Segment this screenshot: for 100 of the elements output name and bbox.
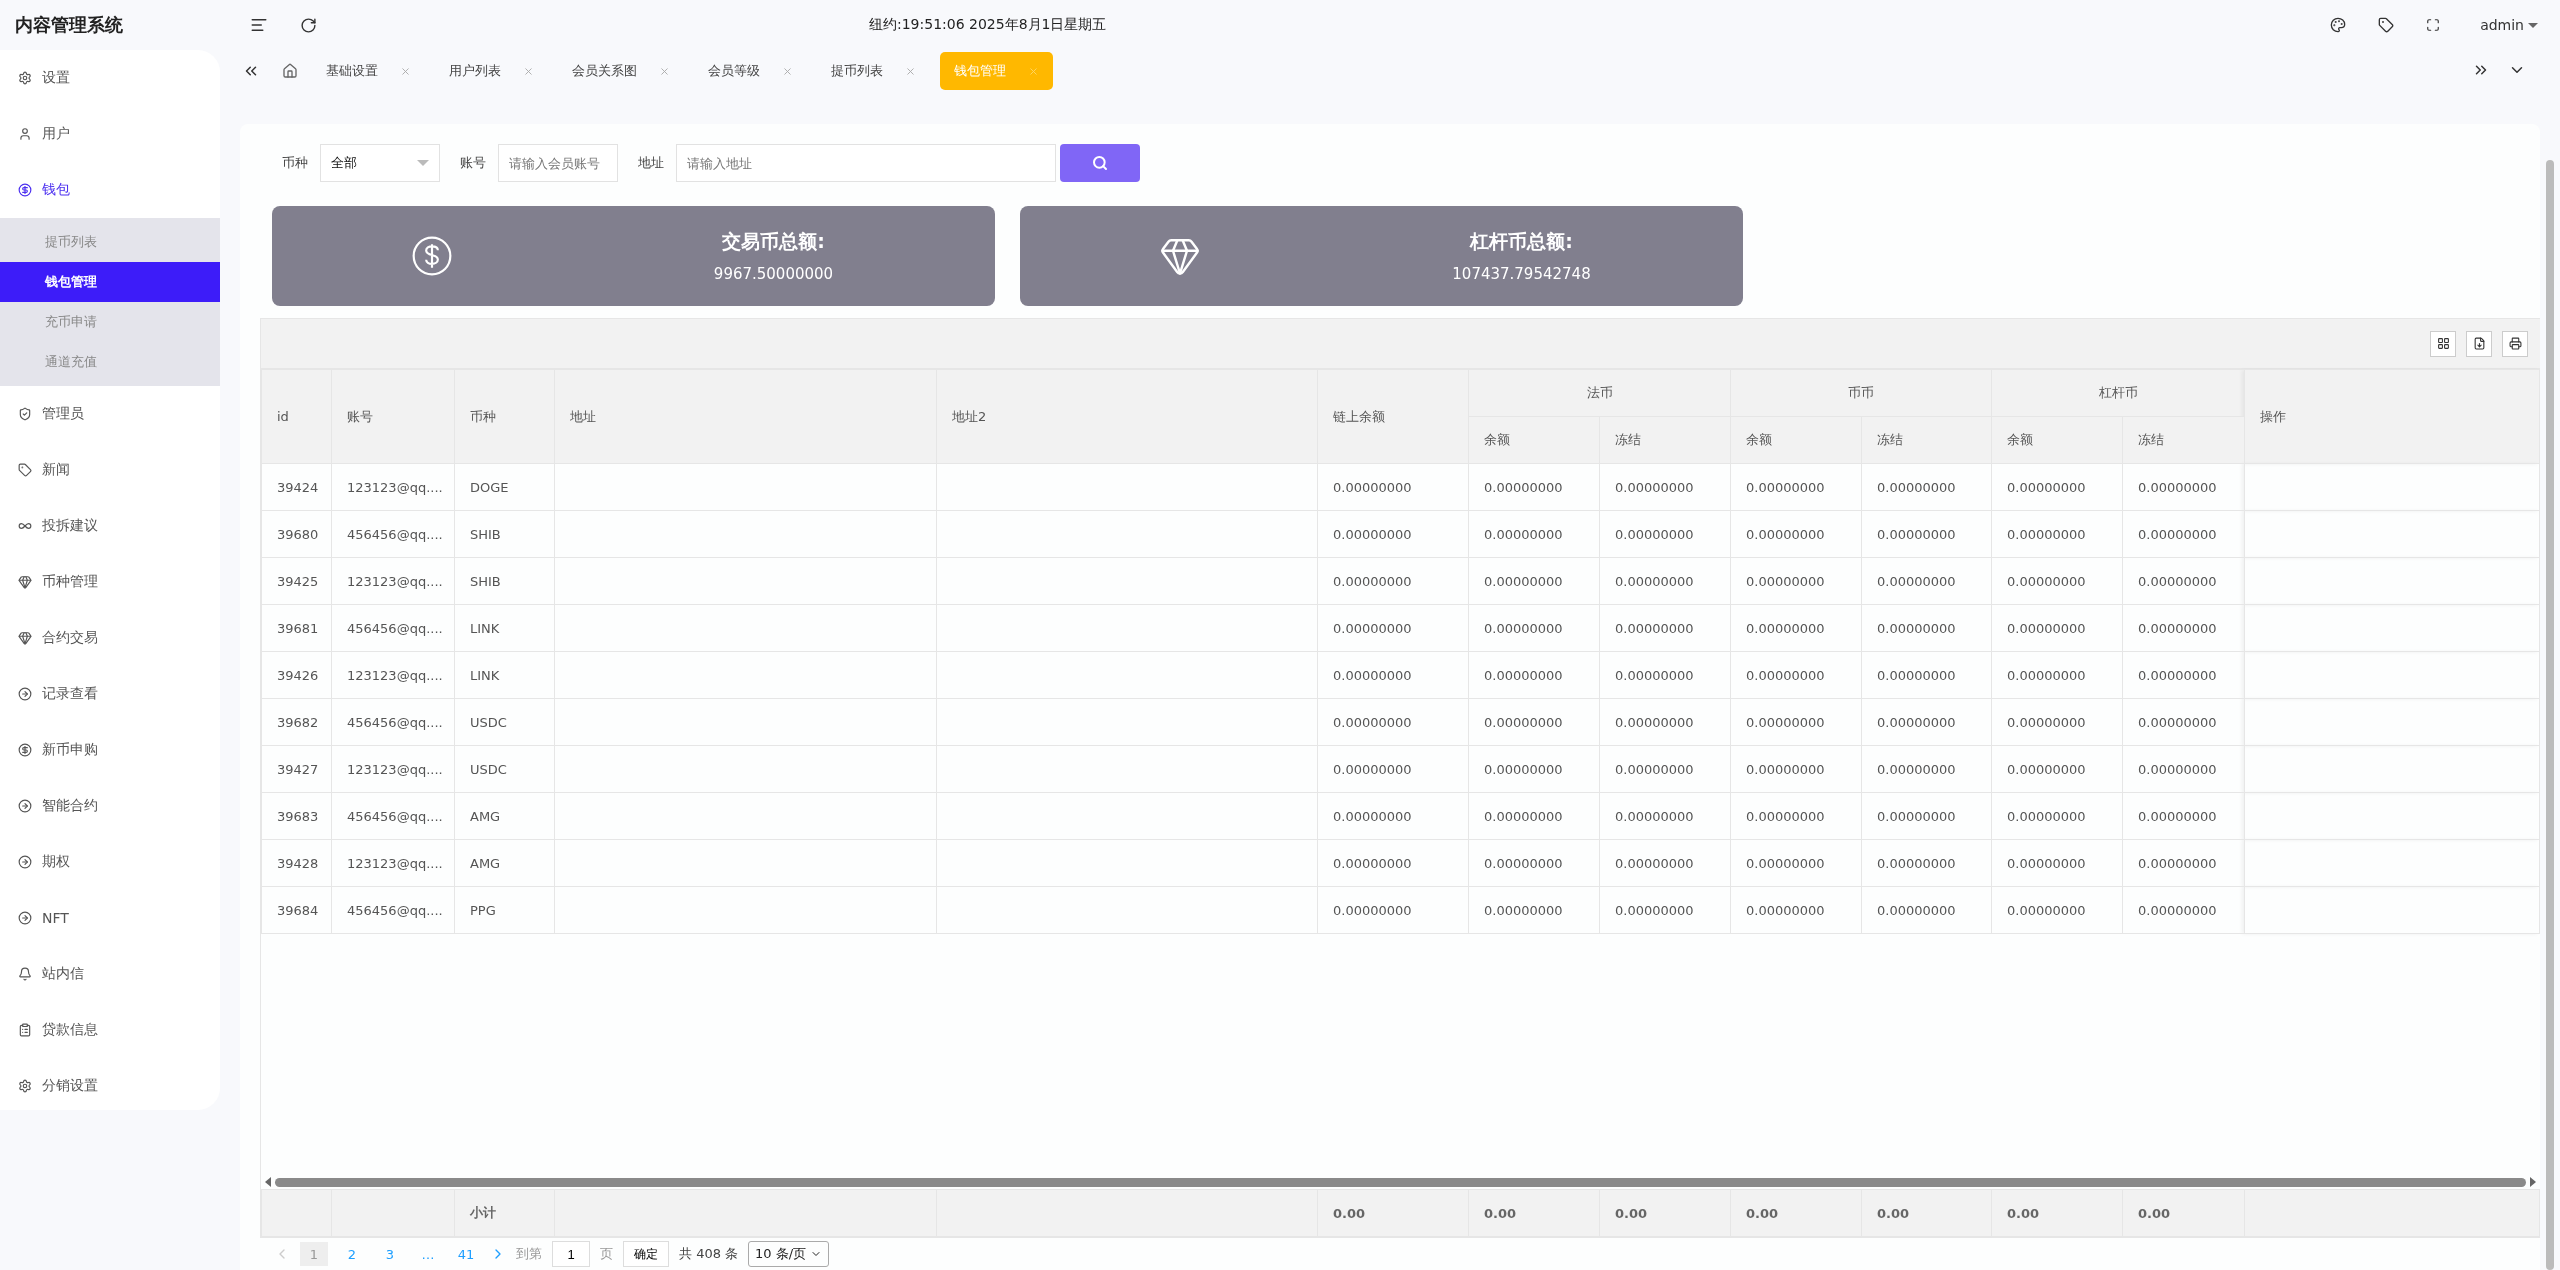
settings-icon <box>18 71 32 85</box>
sidebar-item[interactable]: 合约交易 <box>0 610 220 666</box>
table-cell: 0.00000000 <box>1730 839 1862 887</box>
column-header: 账号 <box>331 369 455 464</box>
table-cell: 0.00000000 <box>1317 463 1469 511</box>
tab[interactable]: 用户列表 <box>435 52 548 90</box>
confirm-button[interactable]: 确定 <box>623 1241 669 1267</box>
tab[interactable]: 提币列表 <box>817 52 930 90</box>
column-header: 杠杆币 <box>1991 369 2245 417</box>
table-cell: 0.00000000 <box>1730 698 1862 746</box>
input-field[interactable]: 请输入会员账号 <box>498 144 618 182</box>
sidebar-item[interactable]: NFT <box>0 890 220 946</box>
table-cell: 0.00000000 <box>1991 463 2123 511</box>
subtotal-cell: 0.00 <box>1730 1189 1862 1237</box>
sidebar-item[interactable]: 新闻 <box>0 442 220 498</box>
sidebar-item[interactable]: 钱包 <box>0 162 220 218</box>
table-cell: 0.00000000 <box>1468 510 1600 558</box>
sidebar-item[interactable]: 币种管理 <box>0 554 220 610</box>
table-cell: 0.00000000 <box>1317 604 1469 652</box>
table-cell: 0.00000000 <box>1730 792 1862 840</box>
sidebar-item[interactable]: 新币申购 <box>0 722 220 778</box>
home-icon[interactable] <box>282 63 298 79</box>
print-button[interactable] <box>2502 330 2528 357</box>
currency-select[interactable]: 全部 <box>320 144 440 182</box>
table-cell: 0.00000000 <box>1468 463 1600 511</box>
tab[interactable]: 基础设置 <box>312 52 425 90</box>
sidebar-item[interactable]: 分销设置 <box>0 1058 220 1114</box>
table-cell: 39683 <box>261 792 332 840</box>
subtotal-cell: 0.00 <box>1861 1189 1992 1237</box>
tab[interactable]: 会员等级 <box>694 52 807 90</box>
table-cell: 0.00000000 <box>2122 698 2245 746</box>
table-cell: 0.00000000 <box>2122 886 2245 934</box>
sidebar-item[interactable]: 站内信 <box>0 946 220 1002</box>
table-cell: 0.00000000 <box>1730 463 1862 511</box>
fullscreen-icon[interactable] <box>2426 18 2441 32</box>
sidebar-item[interactable]: 智能合约 <box>0 778 220 834</box>
sidebar-item[interactable]: 期权 <box>0 834 220 890</box>
sidebar-item[interactable]: 贷款信息 <box>0 1002 220 1058</box>
search-button[interactable] <box>1060 144 1140 182</box>
table-cell: 0.00000000 <box>1991 510 2123 558</box>
table-cell: 39425 <box>261 557 332 605</box>
page-input[interactable]: 1 <box>552 1241 590 1267</box>
export-button[interactable] <box>2466 330 2492 357</box>
table-cell: 0.00000000 <box>1861 698 1992 746</box>
table-cell: 0.00000000 <box>1468 557 1600 605</box>
table-cell: 0.00000000 <box>1991 604 2123 652</box>
refresh-icon[interactable] <box>300 16 317 34</box>
table-cell: 0.00000000 <box>1861 745 1992 793</box>
table-cell: 0.00000000 <box>1599 651 1731 699</box>
page-size-select[interactable]: 10 条/页 <box>748 1241 830 1267</box>
table-cell: USDC <box>454 745 555 793</box>
table-cell: 456456@qq.... <box>331 792 455 840</box>
table-cell: 0.00000000 <box>1861 557 1992 605</box>
search-icon <box>1092 155 1108 171</box>
total-count: 共 408 条 <box>679 1245 739 1263</box>
vertical-scrollbar[interactable] <box>2546 160 2554 1270</box>
sidebar-item[interactable]: 用户 <box>0 106 220 162</box>
input-field[interactable]: 请输入地址 <box>676 144 1056 182</box>
table-cell: 456456@qq.... <box>331 886 455 934</box>
settings-icon <box>18 1079 32 1093</box>
user-menu[interactable]: admin <box>2480 17 2538 33</box>
palette-icon[interactable] <box>2330 17 2347 33</box>
sidebar-item[interactable]: 投拆建议 <box>0 498 220 554</box>
column-header: 法币 <box>1468 369 1731 417</box>
table-cell: 0.00000000 <box>1991 651 2123 699</box>
card-title: 杠杆币总额: <box>1470 229 1573 254</box>
dollar-icon <box>412 236 452 276</box>
grid-icon <box>2436 337 2450 350</box>
table-cell: 0.00000000 <box>1991 745 2123 793</box>
table-cell: SHIB <box>454 510 555 558</box>
filter-label: 币种 <box>282 154 308 172</box>
app-title: 内容管理系统 <box>14 13 124 37</box>
clipboard-icon <box>18 1023 32 1037</box>
tag-icon[interactable] <box>2378 17 2395 33</box>
sidebar-item[interactable]: 设置 <box>0 50 220 106</box>
card-value: 9967.50000000 <box>713 265 834 283</box>
tab[interactable]: 会员关系图 <box>558 52 684 90</box>
subtotal-cell: 0.00 <box>1991 1189 2123 1237</box>
submenu-item[interactable]: 钱包管理 <box>0 262 220 302</box>
sidebar-item[interactable]: 记录查看 <box>0 666 220 722</box>
dollar-icon <box>18 743 32 757</box>
columns-button[interactable] <box>2430 330 2456 357</box>
column-header: 链上余额 <box>1317 369 1469 464</box>
table-cell: 0.00000000 <box>1991 792 2123 840</box>
column-header: 冻结 <box>2122 416 2245 464</box>
table-cell: 0.00000000 <box>1599 604 1731 652</box>
table-cell: 123123@qq.... <box>331 651 455 699</box>
column-header: 操作 <box>2244 369 2540 464</box>
subtotal-cell: 0.00 <box>1317 1189 1469 1237</box>
table-cell: 0.00000000 <box>1730 886 1862 934</box>
table-cell: SHIB <box>454 557 555 605</box>
table-cell: 39682 <box>261 698 332 746</box>
table-cell: 0.00000000 <box>2122 463 2245 511</box>
sidebar-item[interactable]: 管理员 <box>0 386 220 442</box>
horizontal-scrollbar[interactable] <box>265 1175 2536 1189</box>
table-cell: 0.00000000 <box>1730 745 1862 793</box>
table-cell: 0.00000000 <box>1861 792 1992 840</box>
menu-toggle-icon[interactable] <box>250 16 268 34</box>
table-cell: 0.00000000 <box>1317 510 1469 558</box>
table-cell: 0.00000000 <box>1317 651 1469 699</box>
